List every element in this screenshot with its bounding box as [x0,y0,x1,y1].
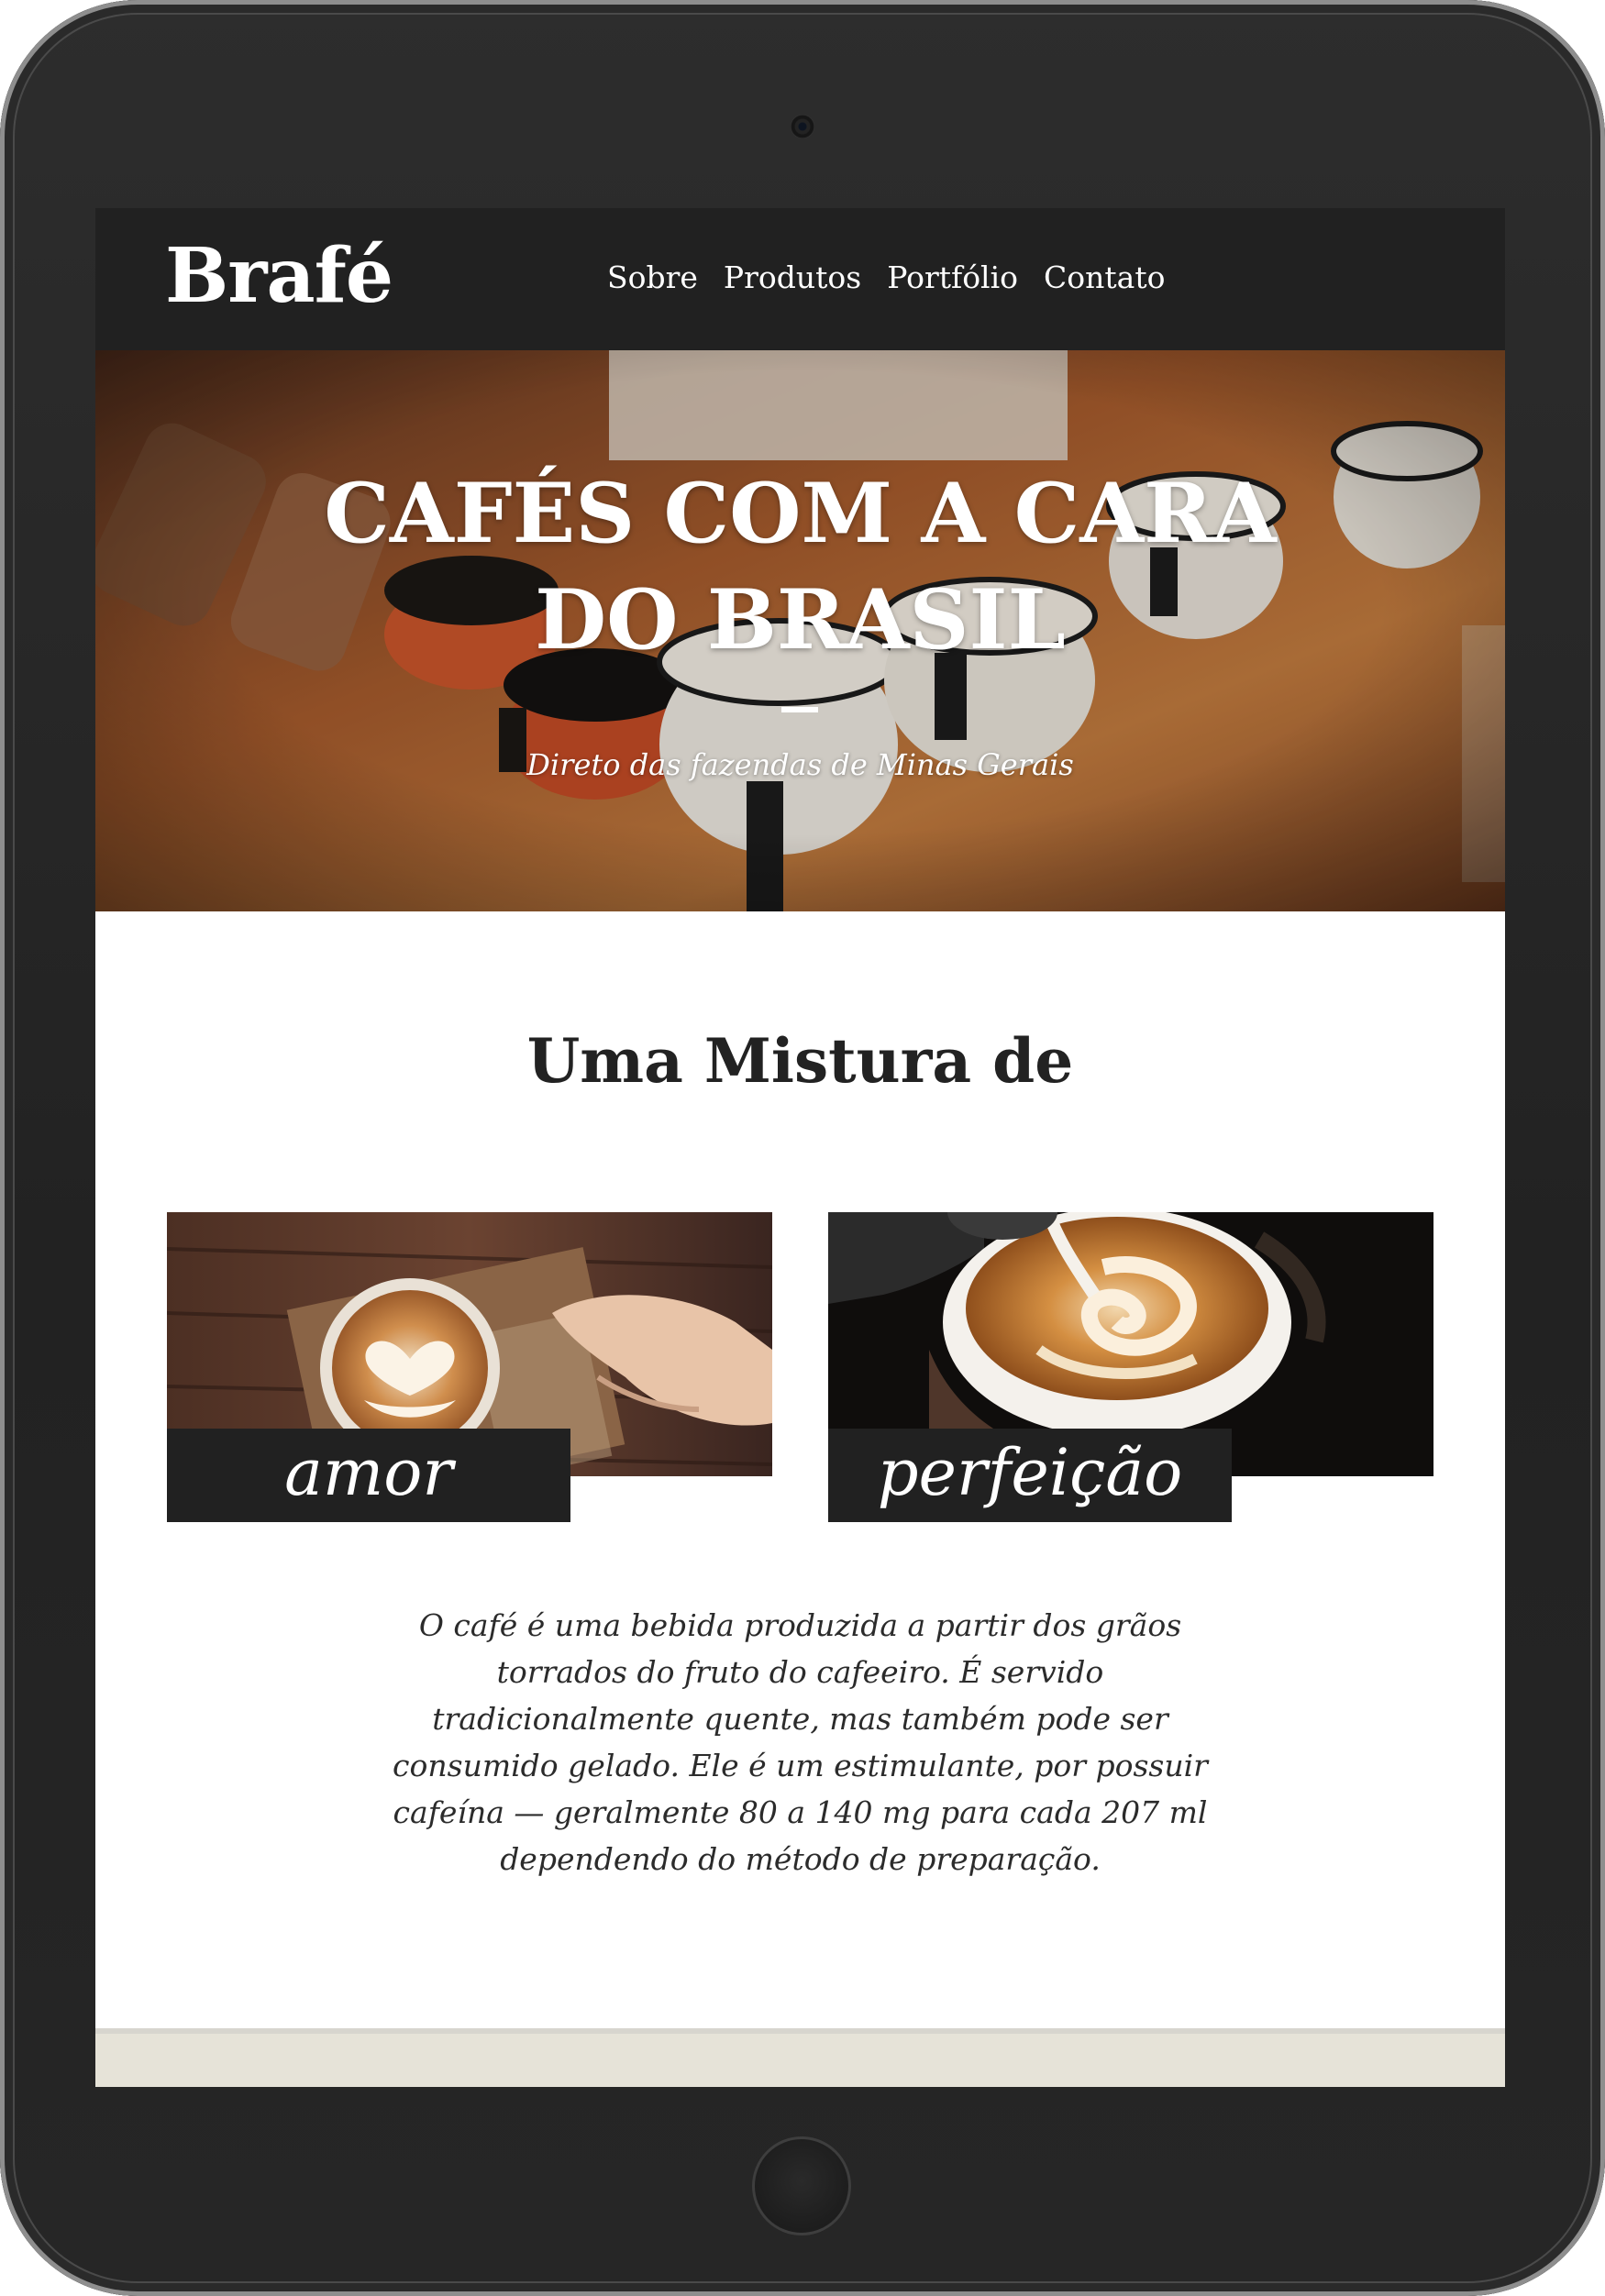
hero-title-line-2: do Brasil [535,571,1066,668]
hero-banner: Cafés com a cara do Brasil Direto das fa… [95,350,1505,911]
navbar: Brafé Sobre Produtos Portfólio Contato [95,208,1505,350]
brand-logo[interactable]: Brafé [165,230,393,322]
card-amor-label: amor [167,1429,570,1522]
hero-divider [781,707,818,712]
card-perfeicao-label: perfeição [828,1429,1232,1522]
hero-title: Cafés com a cara do Brasil [95,460,1505,673]
hero-subtitle: Direto das fazendas de Minas Gerais [526,747,1074,782]
home-button[interactable] [752,2136,851,2235]
nav-link-portfolio[interactable]: Portfólio [887,259,1018,296]
nav-link-produtos[interactable]: Produtos [724,259,861,296]
front-camera [791,115,814,138]
footer-band [95,2028,1505,2087]
nav-link-sobre[interactable]: Sobre [607,259,698,296]
tablet-frame: Brafé Sobre Produtos Portfólio Contato C… [0,0,1605,2296]
section-title: Uma Mistura de [526,1025,1074,1097]
nav-link-contato[interactable]: Contato [1044,259,1165,296]
description-text: O café é uma bebida produzida a partir d… [393,1607,1208,1877]
screen: Brafé Sobre Produtos Portfólio Contato C… [95,208,1505,2087]
hero-title-line-1: Cafés com a cara [324,465,1277,562]
nav-menu: Sobre Produtos Portfólio Contato [607,259,1165,296]
